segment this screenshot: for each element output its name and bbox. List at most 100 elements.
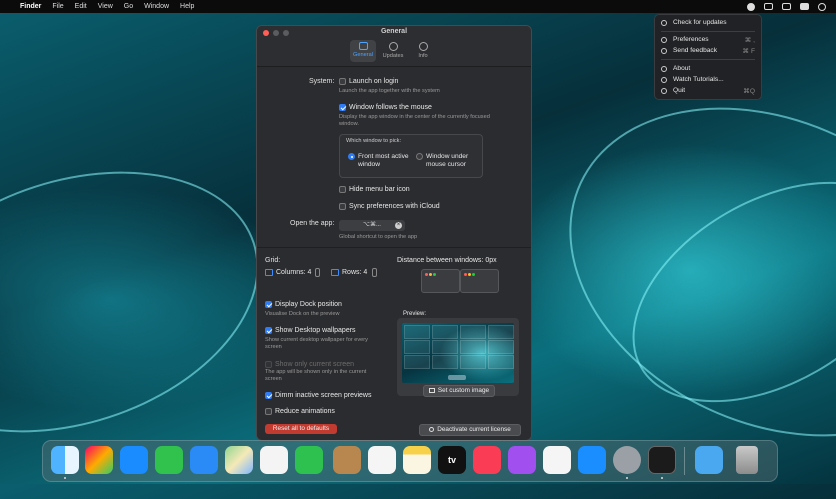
reminders-icon[interactable] (368, 446, 396, 474)
info-icon (661, 65, 667, 72)
reduce-animations-label: Reduce animations (275, 408, 335, 415)
menu-item-label: Watch Tutorials... (673, 76, 724, 83)
running-indicator (661, 477, 663, 479)
reduce-animations-checkbox[interactable] (265, 408, 272, 415)
sync-icloud-checkbox[interactable] (339, 203, 346, 210)
preview-grid-cell (432, 325, 458, 339)
menu-item-send-feedback[interactable]: Send feedback ⌘ F (661, 45, 755, 56)
battery-icon[interactable] (782, 3, 791, 10)
app-store-icon[interactable] (578, 446, 606, 474)
system-preferences-icon[interactable] (613, 446, 641, 474)
menu-item-about[interactable]: About (661, 63, 755, 74)
preview-grid-cell (460, 340, 486, 354)
sync-icloud-label: Sync preferences with iCloud (349, 203, 440, 210)
control-center-icon[interactable] (800, 3, 809, 10)
tab-general[interactable]: General (350, 40, 376, 62)
notes-icon[interactable] (403, 446, 431, 474)
running-indicator (64, 477, 66, 479)
menu-item-label: Send feedback (673, 47, 717, 54)
preview-grid-cell (460, 325, 486, 339)
menu-view[interactable]: View (98, 3, 113, 10)
facetime-icon[interactable] (295, 446, 323, 474)
reset-defaults-button[interactable]: Reset all to defaults (265, 424, 337, 434)
menu-file[interactable]: File (52, 3, 63, 10)
set-custom-image-label: Set custom image (437, 387, 490, 394)
deactivate-license-label: Deactivate current license (437, 426, 511, 433)
mail-icon[interactable] (190, 446, 218, 474)
menu-window[interactable]: Window (144, 3, 169, 10)
window-dot (472, 273, 475, 276)
clear-shortcut-icon[interactable]: × (395, 222, 402, 229)
menu-item-watch-tutorials[interactable]: Watch Tutorials... (661, 74, 755, 85)
general-tab-icon (358, 42, 368, 50)
preview-grid-cell (488, 325, 514, 339)
hide-menu-bar-icon-checkbox[interactable] (339, 186, 346, 193)
dock-divider (684, 447, 685, 475)
image-icon (428, 388, 435, 393)
menu-item-label: Check for updates (673, 19, 727, 26)
messages-icon[interactable] (155, 446, 183, 474)
photos-icon[interactable] (260, 446, 288, 474)
columns-label: Columns: 4 (276, 269, 312, 276)
show-wallpapers-desc: Show current desktop wallpaper for every… (265, 337, 368, 350)
section-divider (257, 247, 531, 248)
menu-separator (661, 59, 755, 60)
window-dot (464, 273, 467, 276)
status-dropdown-menu: Check for updates Preferences ⌘ , Send f… (654, 14, 762, 100)
columns-stepper[interactable] (315, 268, 320, 277)
show-wallpapers-checkbox[interactable] (265, 327, 272, 334)
menu-help[interactable]: Help (180, 3, 194, 10)
sliders-icon (661, 36, 667, 43)
menu-finder[interactable]: Finder (20, 3, 41, 10)
display-dock-checkbox[interactable] (265, 301, 272, 308)
window-dot (468, 273, 471, 276)
preview-grid-cell (432, 340, 458, 354)
menu-item-shortcut: ⌘Q (743, 87, 755, 95)
contacts-icon[interactable] (333, 446, 361, 474)
launchpad-icon[interactable] (85, 446, 113, 474)
radio-under-cursor[interactable] (416, 153, 423, 160)
display-icon[interactable] (764, 3, 773, 10)
menu-item-label: About (673, 65, 691, 72)
menu-item-shortcut: ⌘ F (742, 47, 755, 55)
menu-item-check-updates[interactable]: Check for updates (661, 17, 755, 28)
menu-item-quit[interactable]: Quit ⌘Q (661, 85, 755, 96)
window-dot (425, 273, 428, 276)
preview-grid-cell (460, 355, 486, 369)
window-follows-mouse-checkbox[interactable] (339, 104, 346, 111)
preview-dock (448, 375, 466, 380)
distance-preview-window-right (460, 269, 499, 293)
podcasts-icon[interactable] (508, 446, 536, 474)
rows-stepper[interactable] (372, 268, 377, 277)
maps-icon[interactable] (225, 446, 253, 474)
siri-icon[interactable] (818, 2, 826, 11)
menu-edit[interactable]: Edit (75, 3, 87, 10)
dimm-inactive-checkbox[interactable] (265, 392, 272, 399)
trash-icon[interactable] (736, 446, 758, 474)
screen-preview: Set custom image (397, 318, 519, 397)
tab-label: General (353, 52, 373, 58)
tab-info[interactable]: Info (410, 40, 436, 62)
downloads-folder-icon[interactable] (695, 446, 723, 474)
running-indicator (626, 477, 628, 479)
deactivate-icon (429, 427, 435, 432)
deactivate-license-button[interactable]: Deactivate current license (419, 424, 521, 436)
music-icon[interactable] (473, 446, 501, 474)
app-status-icon[interactable] (747, 2, 755, 11)
safari-icon[interactable] (120, 446, 148, 474)
terminal-icon[interactable] (648, 446, 676, 474)
tab-updates[interactable]: Updates (380, 40, 406, 62)
apple-tv-icon[interactable]: tv (438, 446, 466, 474)
launch-on-login-desc: Launch the app together with the system (339, 88, 440, 94)
news-icon[interactable] (543, 446, 571, 474)
menu-go[interactable]: Go (124, 3, 133, 10)
finder-icon[interactable] (51, 446, 79, 474)
set-custom-image-button[interactable]: Set custom image (423, 385, 495, 397)
menu-item-preferences[interactable]: Preferences ⌘ , (661, 34, 755, 45)
launch-on-login-checkbox[interactable] (339, 78, 346, 85)
radio-front-most[interactable] (348, 153, 355, 160)
system-label: System: (309, 78, 335, 85)
hide-menu-bar-icon-label: Hide menu bar icon (349, 186, 410, 193)
show-only-current-checkbox[interactable] (265, 361, 272, 368)
wallpaper-streak (0, 126, 293, 478)
